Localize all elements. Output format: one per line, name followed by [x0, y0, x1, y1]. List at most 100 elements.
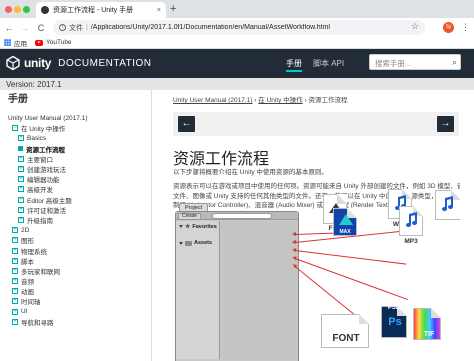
create-dropdown: Create — [178, 213, 202, 220]
sidebar-item-label: 图形 — [21, 238, 34, 246]
favorites-star-icon: ★ — [185, 224, 191, 230]
breadcrumb-link-manual[interactable]: Unity User Manual (2017.1) — [173, 97, 252, 104]
sidebar-item[interactable]: − 在 Unity 中操作 — [8, 123, 87, 133]
unity-logo[interactable]: unity DOCUMENTATION — [6, 55, 152, 71]
sidebar-item[interactable]: + 时间轴 — [8, 296, 87, 306]
url-field[interactable]: i 文件 | /Applications/Unity/2017.1.0f1/Do… — [53, 20, 425, 35]
sidebar-item[interactable]: +2D — [8, 225, 87, 235]
current-page-bullet-icon — [18, 146, 23, 152]
project-toolbar: Create — [176, 212, 298, 220]
sidebar-item[interactable]: Unity User Manual (2017.1) — [8, 113, 87, 123]
project-tab: Project — [179, 203, 209, 211]
browser-tab-bar: 资源工作流程 - Unity 手册 × + — [0, 0, 474, 18]
bookmark-star-icon[interactable]: ☆ — [411, 21, 419, 32]
image-file-icon — [435, 190, 460, 220]
expand-plus-icon[interactable]: + — [12, 247, 18, 254]
bookmark-youtube[interactable]: YouTube — [35, 39, 72, 46]
expand-plus-icon[interactable]: + — [12, 267, 18, 274]
project-window-illustration: Project Create ★ Favorites Assets — [175, 203, 299, 361]
new-tab-button[interactable]: + — [170, 3, 176, 15]
zoom-window-icon[interactable] — [23, 6, 30, 13]
sidebar-item[interactable]: + 创建游戏玩法 — [8, 164, 87, 174]
music-note-icon — [442, 196, 453, 211]
url-text: /Applications/Unity/2017.1.0f1/Documenta… — [90, 24, 330, 31]
info-icon[interactable]: i — [59, 24, 66, 31]
reload-button[interactable]: C — [36, 23, 46, 33]
bookmarks-bar: 应用 YouTube — [0, 37, 474, 49]
tab-close-icon[interactable]: × — [157, 7, 161, 14]
sidebar-item[interactable]: 资源工作流程 — [8, 144, 87, 154]
logo-word: unity — [24, 56, 52, 70]
expand-plus-icon[interactable]: + — [12, 257, 18, 264]
expand-plus-icon[interactable]: + — [12, 308, 18, 315]
expand-plus-icon[interactable]: + — [18, 206, 24, 213]
expand-plus-icon[interactable]: + — [12, 288, 18, 295]
max-label: MAX — [339, 229, 351, 235]
sidebar-item[interactable]: + 编辑器功能 — [8, 174, 87, 184]
sidebar-item-label: 音频 — [21, 279, 34, 287]
expand-plus-icon[interactable]: + — [18, 155, 24, 162]
collapse-minus-icon[interactable]: − — [12, 125, 18, 132]
assets-row: Assets — [179, 240, 212, 246]
sidebar-item[interactable]: + 许可证和激活 — [8, 205, 87, 215]
youtube-icon — [35, 39, 43, 46]
sidebar-item[interactable]: + 高级开发 — [8, 184, 87, 194]
minimize-window-icon[interactable] — [14, 6, 21, 13]
project-assets-pane — [221, 221, 298, 359]
forward-button[interactable]: → — [20, 23, 30, 33]
sidebar-item[interactable]: + Basics — [8, 133, 87, 143]
browser-tab[interactable]: 资源工作流程 - Unity 手册 × — [36, 2, 166, 18]
sidebar-item-label: Basics — [27, 134, 47, 142]
nav-manual-link[interactable]: 手册 — [286, 58, 302, 72]
close-window-icon[interactable] — [5, 6, 12, 13]
apps-grid-icon — [4, 39, 11, 46]
search-input[interactable]: 搜索手册... ⌕ — [369, 54, 461, 70]
sidebar-item[interactable]: + 升级指南 — [8, 215, 87, 225]
sidebar-item[interactable]: + 主要窗口 — [8, 154, 87, 164]
expand-plus-icon[interactable]: + — [18, 176, 24, 183]
breadcrumb-current: 资源工作流程 — [308, 97, 348, 104]
psd-label: PSD — [387, 305, 401, 311]
expand-plus-icon[interactable]: + — [12, 237, 18, 244]
unity-favicon-icon — [41, 6, 49, 14]
expand-plus-icon[interactable]: + — [18, 135, 24, 142]
assets-label: Assets — [194, 240, 213, 246]
sidebar-item[interactable]: + 多玩家和联网 — [8, 266, 87, 276]
next-page-button[interactable]: → — [437, 116, 454, 132]
nav-scripting-api-link[interactable]: 脚本 API — [313, 58, 344, 69]
expand-plus-icon[interactable]: + — [18, 186, 24, 193]
expand-plus-icon[interactable]: + — [18, 216, 24, 223]
ps-glyph-icon: Ps — [388, 316, 402, 328]
sidebar-item[interactable]: + 脚本 — [8, 256, 87, 266]
expand-plus-icon[interactable]: + — [12, 318, 18, 325]
import-arrow — [294, 232, 337, 235]
expand-plus-icon[interactable]: + — [12, 278, 18, 285]
sidebar-item-label: Unity User Manual (2017.1) — [8, 114, 88, 122]
expand-plus-icon[interactable]: + — [18, 196, 24, 203]
sidebar-item[interactable]: + UI — [8, 307, 87, 317]
logo-documentation: DOCUMENTATION — [58, 57, 152, 69]
psd-file-icon: PSD Ps — [381, 305, 407, 338]
search-icon[interactable]: ⌕ — [452, 57, 457, 68]
back-button[interactable]: ← — [4, 23, 14, 33]
breadcrumb-link-working-in-unity[interactable]: 在 Unity 中操作 — [258, 97, 302, 104]
sidebar-item[interactable]: + 物理系统 — [8, 245, 87, 256]
sidebar-item-label: 升级指南 — [27, 217, 53, 225]
breadcrumb-separator: › — [304, 97, 307, 104]
sidebar-item[interactable]: + 动画 — [8, 286, 87, 296]
sidebar-item[interactable]: + 图形 — [8, 235, 87, 245]
folder-icon — [185, 240, 192, 246]
sidebar: 手册 Unity User Manual (2017.1) − 在 Unity 中操… — [0, 90, 152, 361]
previous-page-button[interactable]: ← — [178, 116, 195, 132]
sidebar-item[interactable]: + 音频 — [8, 276, 87, 286]
bookmark-label: YouTube — [46, 39, 72, 46]
browser-menu-icon[interactable]: ⋮ — [461, 21, 470, 33]
expand-plus-icon[interactable]: + — [12, 227, 18, 234]
sidebar-item[interactable]: + 导航和寻路 — [8, 317, 87, 327]
profile-avatar[interactable]: Sy — [443, 22, 454, 33]
expand-plus-icon[interactable]: + — [12, 298, 18, 305]
bookmark-apps[interactable]: 应用 — [4, 38, 27, 48]
expand-plus-icon[interactable]: + — [18, 166, 24, 173]
sidebar-item[interactable]: + Editor 高级主题 — [8, 195, 87, 205]
sidebar-item-label: 资源工作流程 — [26, 146, 65, 154]
